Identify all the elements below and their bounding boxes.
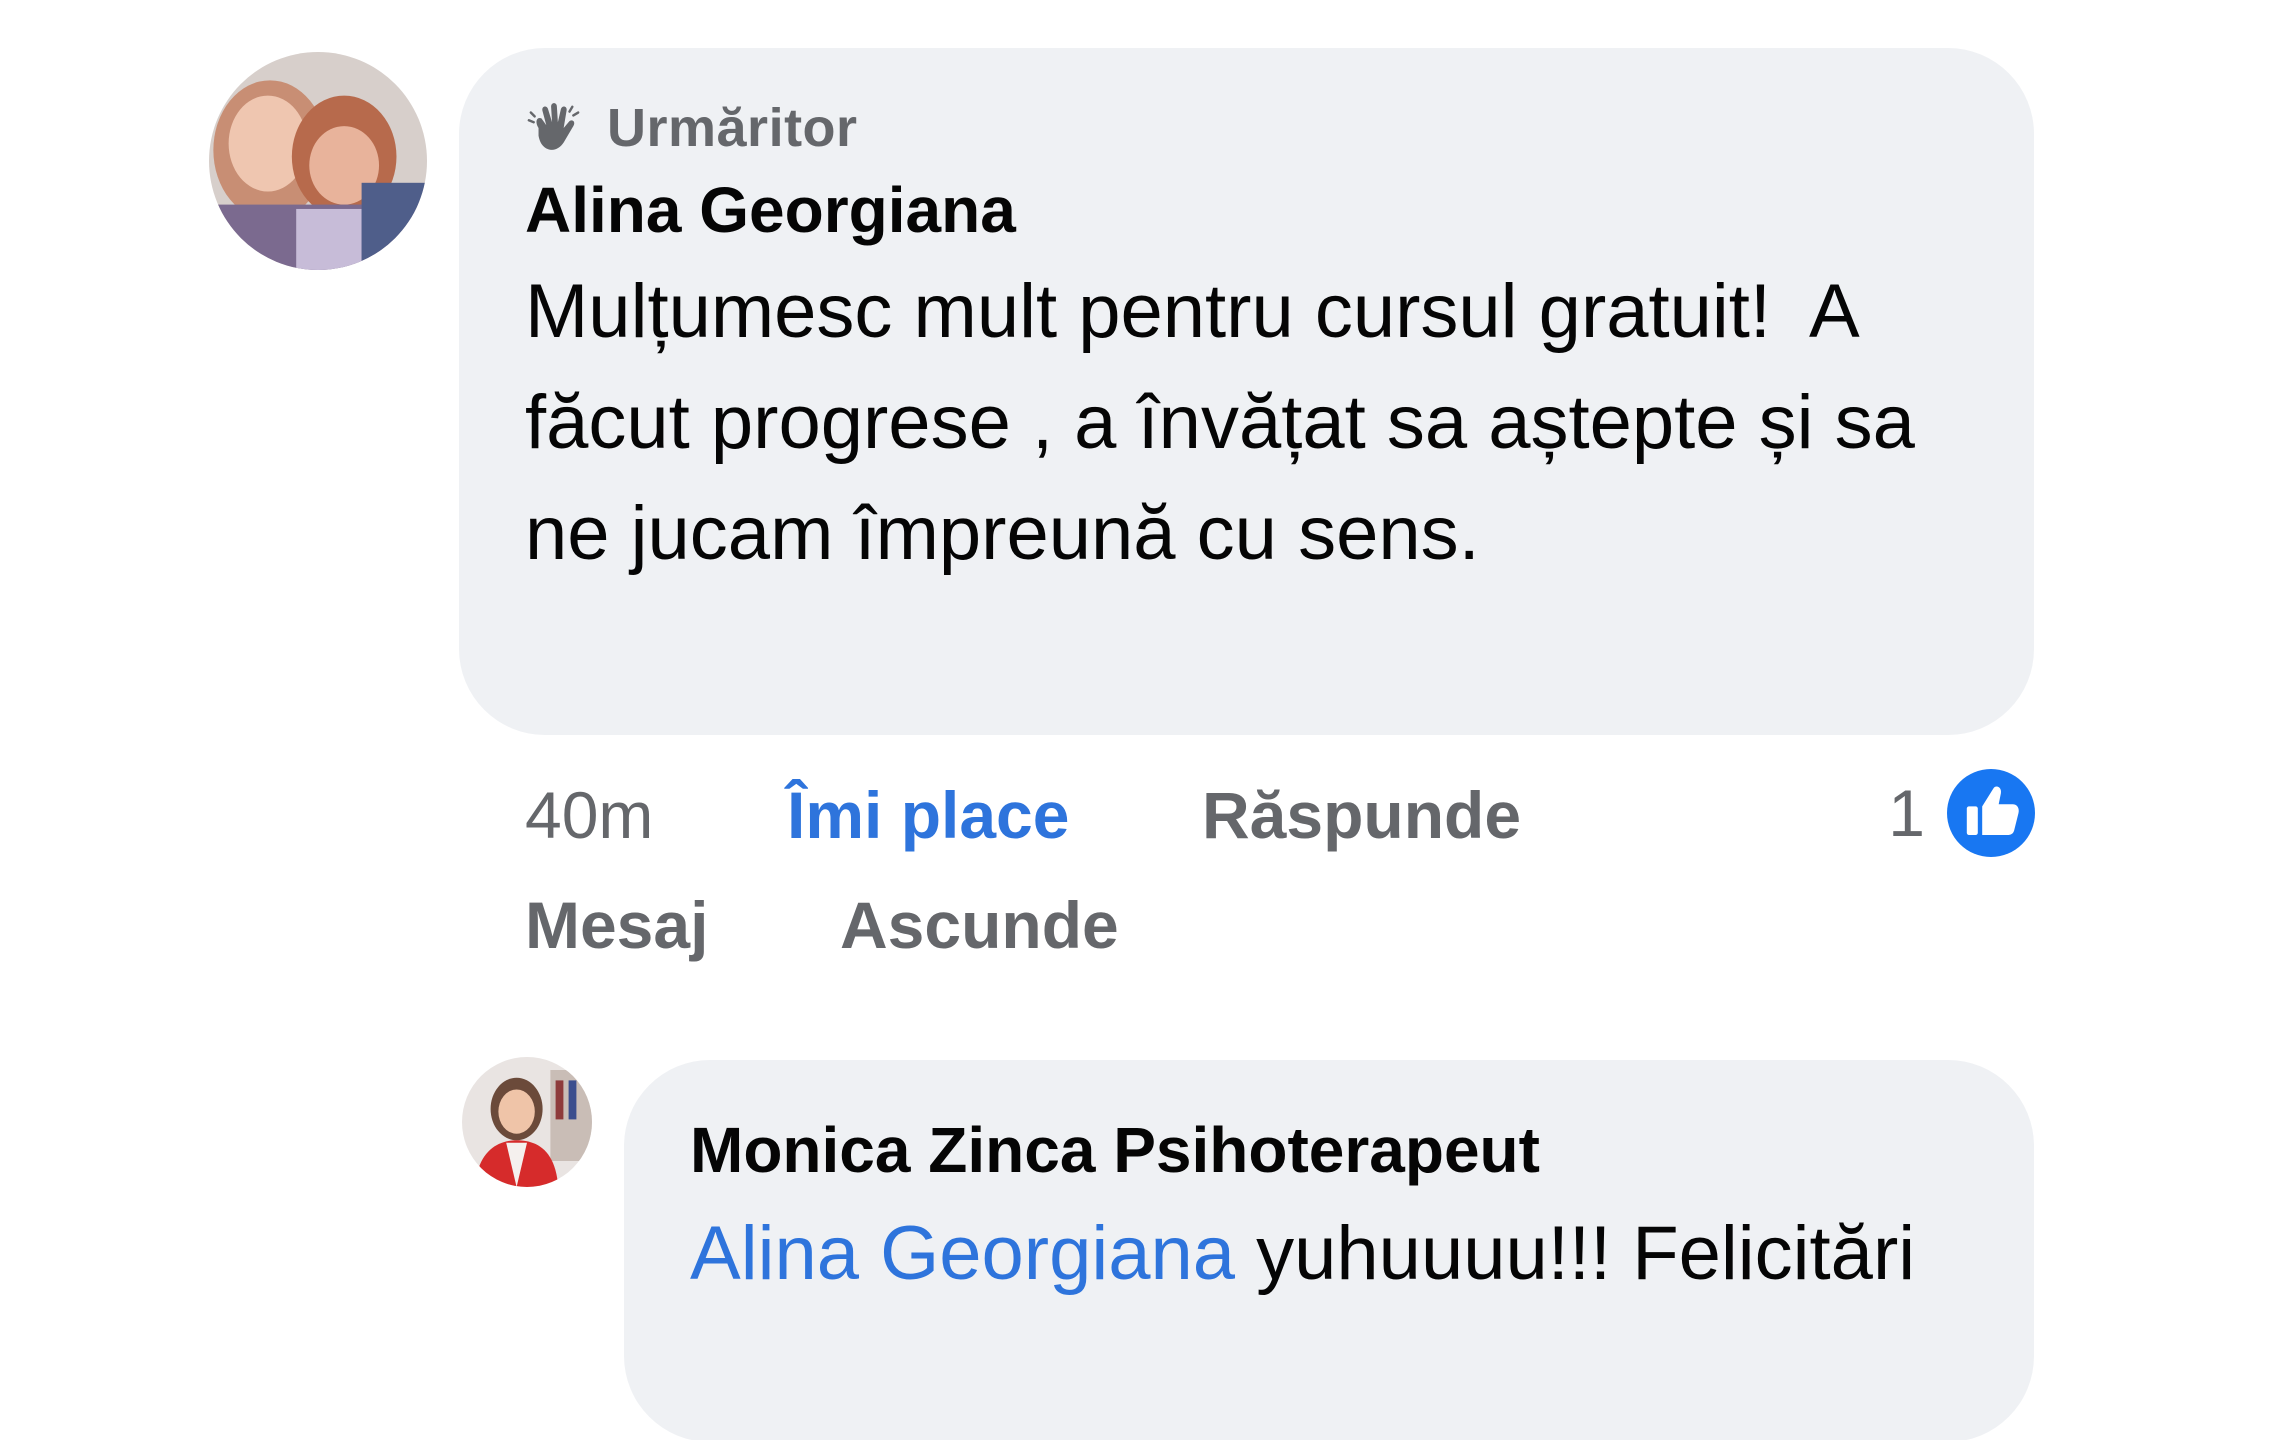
reply-author[interactable]: Monica Zinca Psihoterapeut [690, 1100, 1974, 1200]
reply-message: yuhuuuu!!! Felicitări [1235, 1211, 1916, 1296]
comment-text: Mulțumesc mult pentru cursul gratuit! A … [525, 269, 1937, 576]
reaction-summary[interactable]: 1 [1888, 768, 2035, 858]
follower-badge: Urmăritor [525, 98, 1974, 158]
comment-author[interactable]: Alina Georgiana [525, 168, 1974, 252]
like-button[interactable]: Îmi place [787, 760, 1069, 870]
mention-link[interactable]: Alina Georgiana [690, 1211, 1235, 1296]
reply-button[interactable]: Răspunde [1202, 760, 1521, 870]
comment-bubble: Urmăritor Alina Georgiana Mulțumesc mult… [459, 48, 2034, 735]
commenter-avatar[interactable] [209, 52, 427, 270]
reply-text: Alina Georgiana yuhuuuu!!! Felicitări [690, 1200, 1990, 1308]
badge-label: Urmăritor [607, 98, 858, 158]
reply-bubble: Monica Zinca Psihoterapeut Alina Georgia… [624, 1060, 2034, 1440]
wave-hand-icon [525, 99, 583, 157]
reply-avatar[interactable] [462, 1057, 592, 1187]
hide-button[interactable]: Ascunde [840, 870, 1119, 980]
reaction-count: 1 [1888, 776, 1925, 850]
comment-actions: 40m Îmi place Răspunde 1 Mesaj Ascunde [525, 760, 2035, 980]
message-button[interactable]: Mesaj [525, 870, 708, 980]
thumbs-up-icon [1947, 769, 2035, 857]
comment-timestamp[interactable]: 40m [525, 760, 653, 870]
comments-thread: Urmăritor Alina Georgiana Mulțumesc mult… [0, 0, 2287, 1440]
